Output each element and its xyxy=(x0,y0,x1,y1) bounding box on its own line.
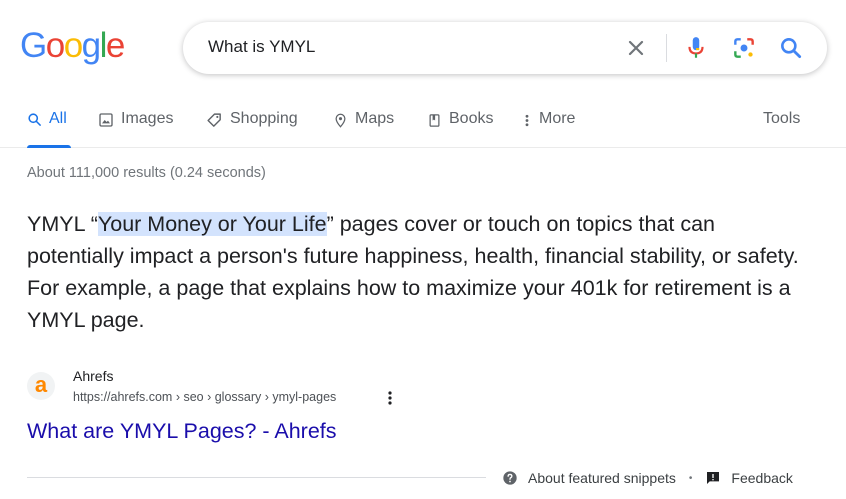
map-pin-icon xyxy=(335,113,346,128)
logo-letter: g xyxy=(81,26,101,65)
tab-label: Images xyxy=(121,110,174,127)
logo-letter: e xyxy=(105,26,125,65)
about-label: About featured snippets xyxy=(528,470,676,486)
search-tabs: All Images Shopping Maps Books More Tool… xyxy=(0,100,846,148)
more-options-icon[interactable] xyxy=(382,390,398,406)
feedback-label: Feedback xyxy=(731,470,793,486)
search-box[interactable]: What is YMYL xyxy=(183,22,827,74)
more-vertical-icon xyxy=(525,114,529,127)
tab-label: Shopping xyxy=(230,110,298,127)
search-input[interactable]: What is YMYL xyxy=(208,37,315,57)
tab-images[interactable]: Images xyxy=(98,110,173,148)
image-icon xyxy=(99,113,113,127)
feedback-icon xyxy=(707,472,720,484)
snippet-footer: About featured snippets • Feedback xyxy=(502,468,793,488)
tab-shopping[interactable]: Shopping xyxy=(206,110,298,148)
tab-label: Books xyxy=(449,110,494,127)
tools-button[interactable]: Tools xyxy=(763,110,800,128)
feedback-link[interactable]: Feedback xyxy=(705,470,793,486)
tab-label: More xyxy=(539,110,576,127)
result-stats: About 111,000 results (0.24 seconds) xyxy=(27,165,266,181)
site-url[interactable]: https://ahrefs.com › seo › glossary › ym… xyxy=(73,390,336,404)
close-icon[interactable] xyxy=(624,36,648,60)
tab-books[interactable]: Books xyxy=(427,110,493,148)
logo-letter: G xyxy=(20,26,47,65)
about-featured-snippets-link[interactable]: About featured snippets xyxy=(502,470,676,486)
help-icon xyxy=(503,471,517,485)
favicon-letter: a xyxy=(34,371,48,397)
featured-snippet-text: YMYL “Your Money or Your Life” pages cov… xyxy=(27,208,817,336)
lens-icon[interactable] xyxy=(731,35,757,61)
tab-label: All xyxy=(49,110,67,127)
search-icon[interactable] xyxy=(778,35,804,61)
logo-letter: o xyxy=(45,26,65,65)
footer-divider xyxy=(27,477,486,478)
tab-more[interactable]: More xyxy=(522,110,575,148)
book-icon xyxy=(429,114,440,127)
tag-icon xyxy=(207,113,221,127)
search-divider xyxy=(666,34,667,62)
tab-label: Maps xyxy=(355,110,395,127)
tab-maps[interactable]: Maps xyxy=(333,110,394,148)
site-name[interactable]: Ahrefs xyxy=(73,368,113,384)
google-logo[interactable]: Google xyxy=(20,26,125,66)
logo-letter: o xyxy=(63,26,83,65)
mic-icon[interactable] xyxy=(683,35,709,61)
snippet-highlight: Your Money or Your Life xyxy=(97,212,327,236)
result-title-link[interactable]: What are YMYL Pages? - Ahrefs xyxy=(27,419,337,444)
footer-separator: • xyxy=(688,472,693,484)
tab-all[interactable]: All xyxy=(27,110,71,148)
snippet-text-before: YMYL “ xyxy=(27,212,98,236)
search-icon xyxy=(28,113,41,126)
ahrefs-favicon-icon: a xyxy=(27,372,55,400)
